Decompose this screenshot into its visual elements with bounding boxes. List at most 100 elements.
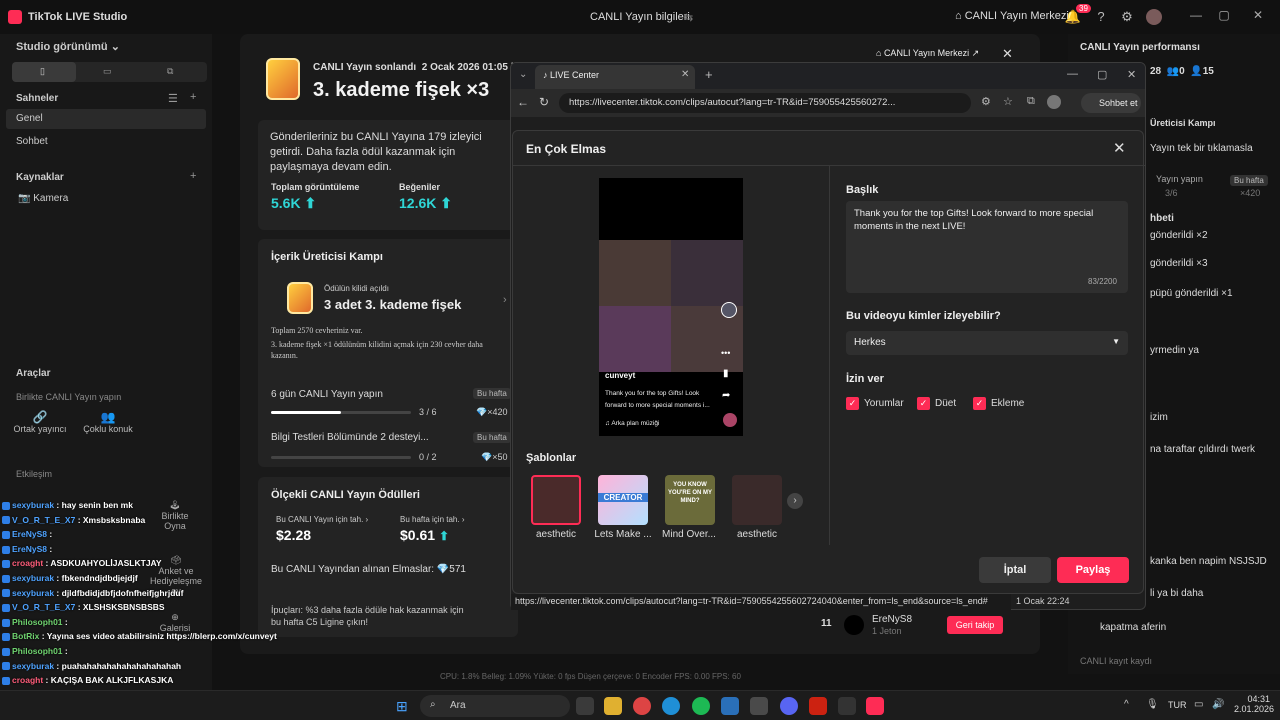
avatar[interactable] (1146, 9, 1162, 25)
studio-view-title[interactable]: Studio görünümü ⌄ (16, 40, 120, 53)
gallery-button[interactable]: ⊕ Galerisi (150, 612, 200, 633)
tray-chevron-icon[interactable]: ^ (1124, 699, 1129, 710)
multi-guest-label: Çoklu konuk (83, 424, 133, 434)
template-4[interactable] (732, 475, 782, 525)
templates-next-icon[interactable]: › (787, 493, 803, 509)
browser-close-icon[interactable]: ✕ (1127, 68, 1136, 81)
chat-badge-icon (2, 560, 10, 569)
co-host-button[interactable]: 🔗 Ortak yayıncı (10, 410, 70, 450)
chat-text: hay senin ben mk (61, 500, 133, 510)
live-center-link-2[interactable]: ⌂ CANLI Yayın Merkezi ↗ (876, 48, 979, 59)
live-info-title[interactable]: CANLI Yayın bilgileri (590, 11, 690, 23)
app-icon[interactable] (750, 697, 768, 715)
multi-guest-button[interactable]: 👥 Çoklu konuk (78, 410, 138, 450)
modal-close-icon[interactable]: ✕ (1113, 139, 1126, 157)
clock[interactable]: 04:31 2.01.2026 (1234, 694, 1274, 714)
cancel-button[interactable]: İptal (979, 557, 1051, 583)
discord-icon[interactable] (780, 697, 798, 715)
creator-avatar-icon (721, 302, 737, 318)
live-center-label: CANLI Yayın Merkezi (964, 10, 1069, 22)
dual-layout-icon[interactable]: ⧉ (167, 66, 173, 77)
copilot-chat-button[interactable]: Sohbet et (1081, 93, 1141, 113)
tools-subtitle: Birlikte CANLI Yayın yapın (16, 392, 122, 402)
status-time: 1 Ocak 22:24 (1016, 596, 1070, 606)
template-2[interactable]: CREATOR (598, 475, 648, 525)
caption-field[interactable]: Thank you for the top Gifts! Look forwar… (846, 201, 1128, 293)
maximize-icon[interactable]: ▢ (1214, 8, 1234, 22)
browser-maximize-icon[interactable]: ▢ (1097, 68, 1107, 81)
volume-icon[interactable]: 🔊 (1212, 699, 1224, 710)
duet-checkbox[interactable]: ✓ (917, 397, 930, 410)
favorites-icon[interactable]: ☆ (1003, 95, 1013, 108)
file-explorer-icon[interactable] (604, 697, 622, 715)
live-center-link[interactable]: ⌂ CANLI Yayın Merkezi (955, 10, 1069, 22)
taskbar-search[interactable]: Ara (420, 695, 570, 717)
scene-item-sohbet[interactable]: Sohbet (6, 132, 206, 152)
tab-list-icon[interactable]: ⌄ (519, 69, 527, 80)
list-icon[interactable]: ☰ (168, 92, 178, 105)
chat-text: XLSHSKSBNSBSBS (82, 602, 165, 613)
chrome-icon[interactable] (633, 697, 651, 715)
modal-title: En Çok Elmas (526, 142, 607, 156)
template-1[interactable] (531, 475, 581, 525)
comments-checkbox[interactable]: ✓ (846, 397, 859, 410)
microphone-icon[interactable]: 🎙 (1146, 699, 1159, 710)
play-together-label: Birlikte Oyna (161, 511, 189, 531)
add-source-icon[interactable]: + (190, 170, 196, 182)
chat-badge-icon (2, 633, 10, 642)
close-summary-icon[interactable]: ✕ (1002, 46, 1013, 62)
terminal-icon[interactable] (838, 697, 856, 715)
total-views-label: Toplam görüntüleme (271, 182, 360, 192)
stitch-checkbox[interactable]: ✓ (973, 397, 986, 410)
minimize-icon[interactable]: — (1186, 8, 1206, 22)
windows-start-icon[interactable]: ⊞ (396, 698, 408, 715)
extensions-icon[interactable]: ⚙ (981, 95, 991, 108)
spotify-icon[interactable] (692, 697, 710, 715)
gift-line-3: püpü gönderildi ×1 (1150, 288, 1233, 299)
add-scene-icon[interactable]: + (190, 91, 196, 103)
clock-time: 04:31 (1247, 694, 1270, 704)
language-indicator[interactable]: TUR (1168, 700, 1187, 710)
gear-icon[interactable]: ⚙ (1118, 8, 1136, 26)
landscape-icon[interactable]: ▭ (103, 66, 112, 77)
task-view-icon[interactable] (576, 697, 594, 715)
share-button[interactable]: Paylaş (1057, 557, 1129, 583)
follow-back-button[interactable]: Geri takip (947, 616, 1003, 634)
tab-close-icon[interactable]: ✕ (681, 69, 689, 80)
refresh-icon[interactable]: ↻ (539, 95, 549, 109)
scene-item-genel[interactable]: Genel (6, 109, 206, 129)
edge-icon[interactable] (662, 697, 680, 715)
new-tab-icon[interactable]: + (705, 67, 713, 82)
right-misc-3: na taraftar çıldırdı twerk (1150, 444, 1256, 455)
browser-minimize-icon[interactable]: — (1067, 68, 1078, 80)
close-icon[interactable]: ✕ (1248, 8, 1268, 22)
help-icon[interactable]: ? (1092, 8, 1110, 26)
chevron-right-icon[interactable]: › (503, 294, 507, 306)
stitch-label: Ekleme (991, 398, 1025, 409)
collections-icon[interactable]: ⧉ (1027, 95, 1035, 108)
opera-icon[interactable] (809, 697, 827, 715)
swap-icon[interactable]: ⇆ (684, 11, 693, 24)
video-preview[interactable]: cunveyt Thank you for the top Gifts! Loo… (599, 178, 743, 436)
steam-icon[interactable] (721, 697, 739, 715)
tiktok-studio-icon[interactable] (866, 697, 884, 715)
network-icon[interactable]: ▭ (1194, 699, 1203, 710)
back-icon[interactable]: ← (517, 95, 529, 109)
template-2-text: CREATOR (598, 493, 648, 502)
tip-text: İpuçları: %3 daha fazla ödüle hak kazanm… (271, 605, 464, 627)
play-together-button[interactable]: 🕹 Birlikte Oyna (150, 500, 200, 531)
app-title: TikTok LIVE Studio (28, 11, 128, 23)
preview-cell-1 (599, 240, 671, 306)
right-task-1-prog: 3/6 (1165, 188, 1178, 198)
performance-title: CANLI Yayın performansı (1080, 42, 1200, 53)
right-misc-1: yrmedin ya (1150, 345, 1199, 356)
visibility-select[interactable]: Herkes ▼ (846, 331, 1128, 355)
source-item-camera[interactable]: 📷 Kamera (18, 193, 68, 204)
profile-icon[interactable] (1047, 95, 1061, 109)
chat-message: EreNyS8 : (2, 544, 52, 554)
templates-label: Şablonlar (526, 452, 577, 464)
template-3[interactable]: YOU KNOW YOU'RE ON MY MIND? (665, 475, 715, 525)
task-2-progress-bar (271, 456, 411, 459)
music-disc-icon (723, 413, 737, 427)
chat-message: V_O_R_T_E_X7 : Xmsbsksbnaba (2, 515, 145, 525)
